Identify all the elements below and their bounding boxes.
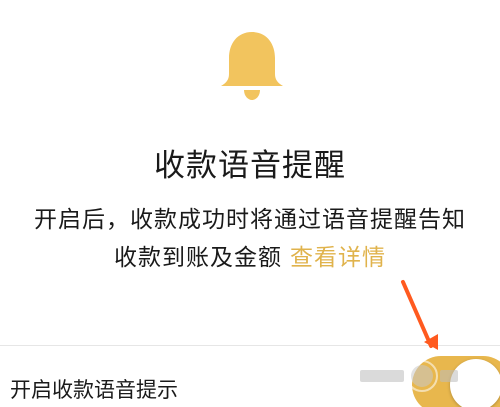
view-details-link[interactable]: 查看详情	[290, 245, 386, 271]
description-line-2-text: 收款到账及金额	[114, 245, 282, 271]
voice-prompt-label: 开启收款语音提示	[10, 378, 178, 402]
watermark-logo-icon	[356, 356, 460, 396]
page-title: 收款语音提醒	[154, 148, 346, 184]
description-line-2: 收款到账及金额 查看详情	[0, 238, 500, 272]
description-line-1: 开启后，收款成功时将通过语音提醒告知	[34, 207, 466, 233]
voice-reminder-page: 收款语音提醒 开启后，收款成功时将通过语音提醒告知 收款到账及金额 查看详情 开启…	[0, 0, 500, 407]
bell-icon	[212, 30, 292, 102]
